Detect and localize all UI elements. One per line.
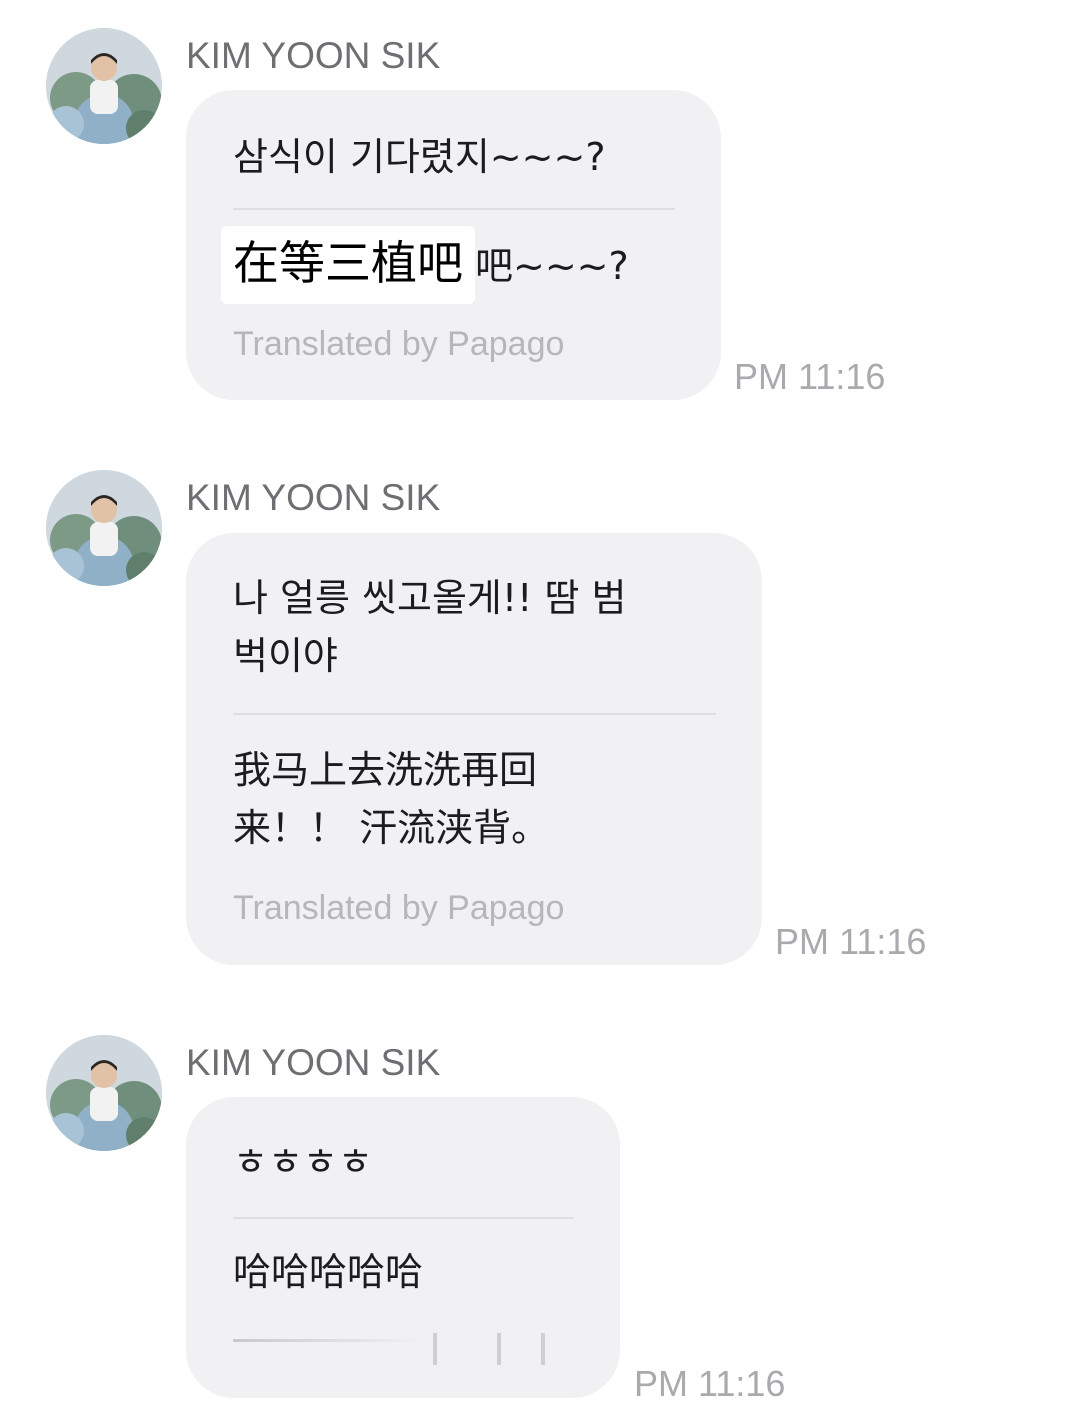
avatar-photo — [46, 28, 162, 144]
message-bubble[interactable]: ㅎㅎㅎㅎ 哈哈哈哈哈 — [186, 1097, 620, 1398]
loading-tick — [497, 1333, 501, 1365]
sender-name: KIM YOON SIK — [186, 477, 441, 518]
translation-divider — [233, 1217, 574, 1219]
message-time: PM 11:16 — [775, 921, 927, 962]
avatar-photo — [46, 470, 162, 586]
original-message-text: 나 얼릉 씻고올게!! 땀 범 벅이야 — [233, 569, 626, 685]
translation-line: 我马上去洗洗再回 — [233, 748, 538, 792]
original-message-text: 삼식이 기다렸지~~~? — [233, 135, 606, 179]
original-line: 나 얼릉 씻고올게!! 땀 범 — [233, 576, 627, 620]
sender-name: KIM YOON SIK — [186, 1042, 441, 1083]
translated-message-text: 在等三植吧 吧~~~? — [221, 226, 629, 304]
sender-name: KIM YOON SIK — [186, 35, 441, 76]
avatar[interactable] — [46, 28, 162, 144]
loading-tick — [541, 1333, 545, 1365]
translation-divider — [233, 713, 716, 715]
translation-divider — [233, 208, 675, 210]
message-bubble[interactable]: 나 얼릉 씻고올게!! 땀 범 벅이야 我马上去洗洗再回 来！！ 汗流浃背。 T… — [186, 533, 762, 965]
avatar-photo — [46, 1035, 162, 1151]
translated-message-text: 我马上去洗洗再回 来！！ 汗流浃背。 — [233, 741, 549, 857]
translation-tail: 吧~~~? — [475, 244, 629, 288]
translated-by-label: Translated by Papago — [233, 325, 565, 363]
loading-icon — [233, 1333, 573, 1377]
loading-tick — [433, 1333, 437, 1365]
avatar[interactable] — [46, 1035, 162, 1151]
translation-line: 来！！ 汗流浃背。 — [233, 806, 550, 850]
original-message-text: ㅎㅎㅎㅎ — [233, 1140, 373, 1184]
original-line: 벅이야 — [233, 634, 338, 678]
highlighted-translation[interactable]: 在等三植吧 — [221, 226, 475, 304]
translated-message-text: 哈哈哈哈哈 — [233, 1250, 424, 1294]
translated-by-label: Translated by Papago — [233, 889, 565, 927]
avatar[interactable] — [46, 470, 162, 586]
loading-bar — [233, 1339, 423, 1342]
message-bubble[interactable]: 삼식이 기다렸지~~~? 在等三植吧 吧~~~? Translated by Pa… — [186, 90, 721, 400]
message-time: PM 11:16 — [634, 1363, 786, 1404]
message-time: PM 11:16 — [734, 356, 886, 397]
